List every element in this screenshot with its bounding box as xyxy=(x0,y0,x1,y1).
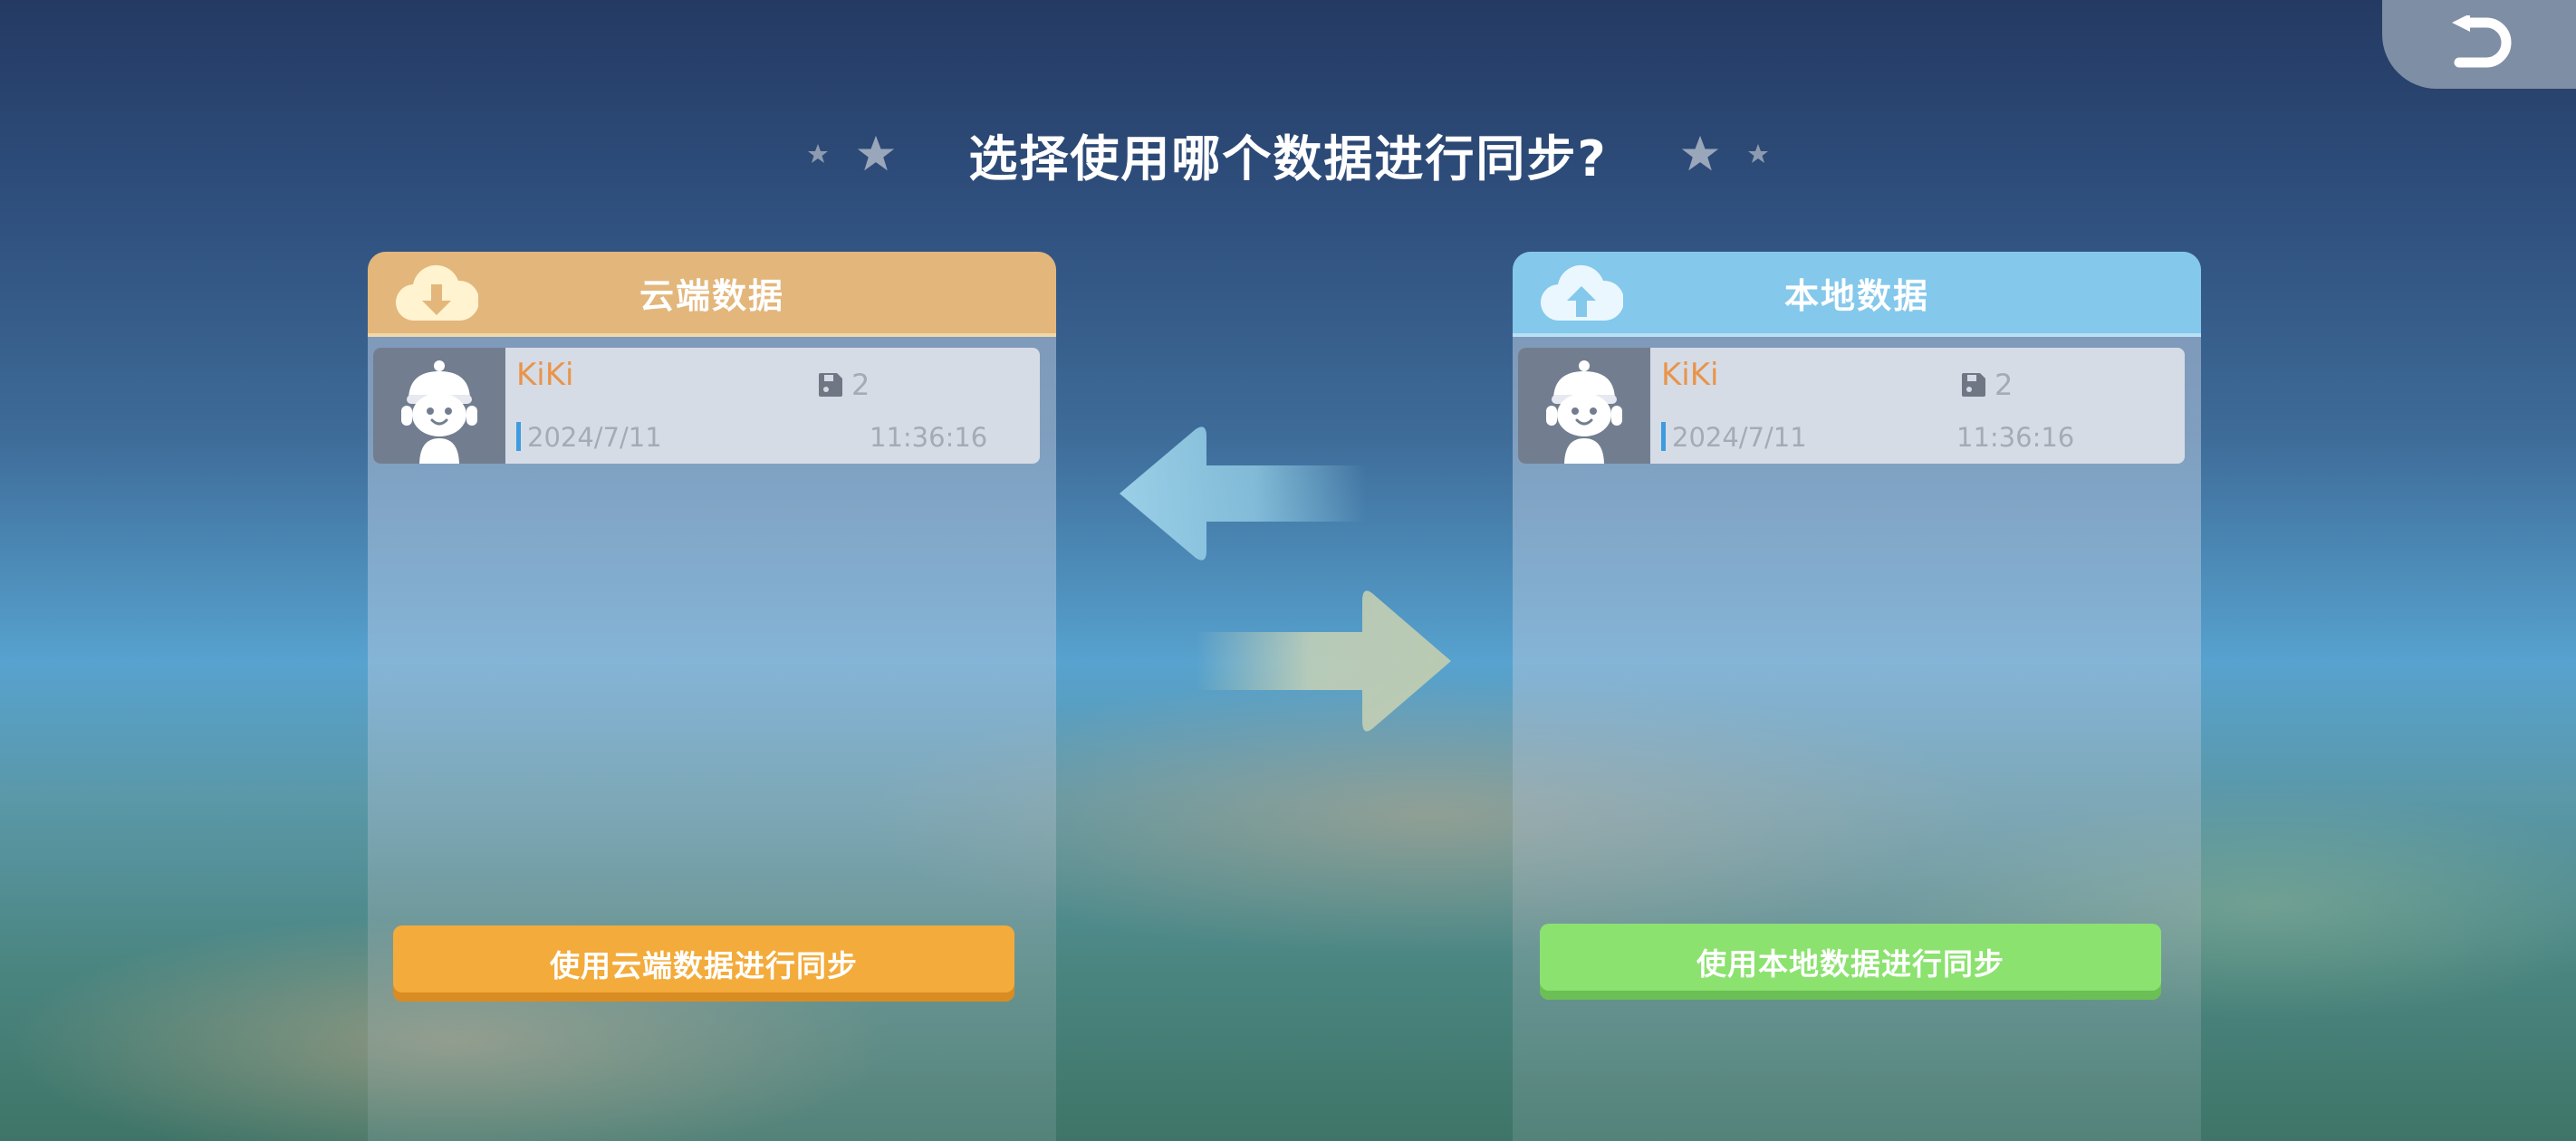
cloud-panel-title: 云端数据 xyxy=(639,275,784,316)
cloud-download-icon xyxy=(395,263,480,324)
title-stars-left xyxy=(807,134,896,174)
save-time: 11:36:16 xyxy=(870,422,988,453)
cloud-data-panel: 云端数据 KiKi 2 2024/7/11 11:36:16 使用云端数据进行同… xyxy=(368,252,1056,1141)
character-avatar-icon xyxy=(1546,360,1622,464)
local-panel-title: 本地数据 xyxy=(1783,275,1929,316)
character-avatar-icon xyxy=(401,360,477,464)
title-row: 选择使用哪个数据进行同步? xyxy=(0,118,2576,190)
local-data-panel: 本地数据 KiKi 2 2024/7/11 11:36:16 使用本地数据进行同… xyxy=(1513,252,2201,1141)
local-panel-header: 本地数据 xyxy=(1513,252,2201,337)
avatar xyxy=(373,348,505,464)
local-save-card[interactable]: KiKi 2 2024/7/11 11:36:16 xyxy=(1518,348,2185,464)
date-accent-bar xyxy=(516,422,521,451)
player-name: KiKi xyxy=(516,357,574,393)
use-local-data-button[interactable]: 使用本地数据进行同步 xyxy=(1540,924,2161,1000)
save-slot-icon xyxy=(1960,371,1987,398)
save-time: 11:36:16 xyxy=(1956,422,2075,453)
date-accent-bar xyxy=(1661,422,1666,451)
cloud-upload-icon xyxy=(1540,263,1625,324)
title-stars-right xyxy=(1680,134,1769,174)
star-small-icon xyxy=(1747,143,1769,165)
player-name: KiKi xyxy=(1661,357,1719,393)
star-large-icon xyxy=(1680,134,1720,174)
use-cloud-data-button[interactable]: 使用云端数据进行同步 xyxy=(393,925,1014,1002)
left-arrow-icon xyxy=(1112,417,1366,570)
save-date: 2024/7/11 xyxy=(1672,422,1807,453)
page-title: 选择使用哪个数据进行同步? xyxy=(968,129,1608,187)
avatar xyxy=(1518,348,1650,464)
save-date: 2024/7/11 xyxy=(527,422,662,453)
return-arrow-icon xyxy=(2446,14,2512,73)
back-button[interactable] xyxy=(2382,0,2576,89)
star-small-icon xyxy=(807,143,829,165)
star-large-icon xyxy=(856,134,896,174)
cloud-save-card[interactable]: KiKi 2 2024/7/11 11:36:16 xyxy=(373,348,1040,464)
save-slot-number: 2 xyxy=(851,368,870,402)
cloud-panel-header: 云端数据 xyxy=(368,252,1056,337)
save-slot-number: 2 xyxy=(1994,368,2014,402)
save-slot-icon xyxy=(817,371,844,398)
right-arrow-icon xyxy=(1196,580,1458,743)
